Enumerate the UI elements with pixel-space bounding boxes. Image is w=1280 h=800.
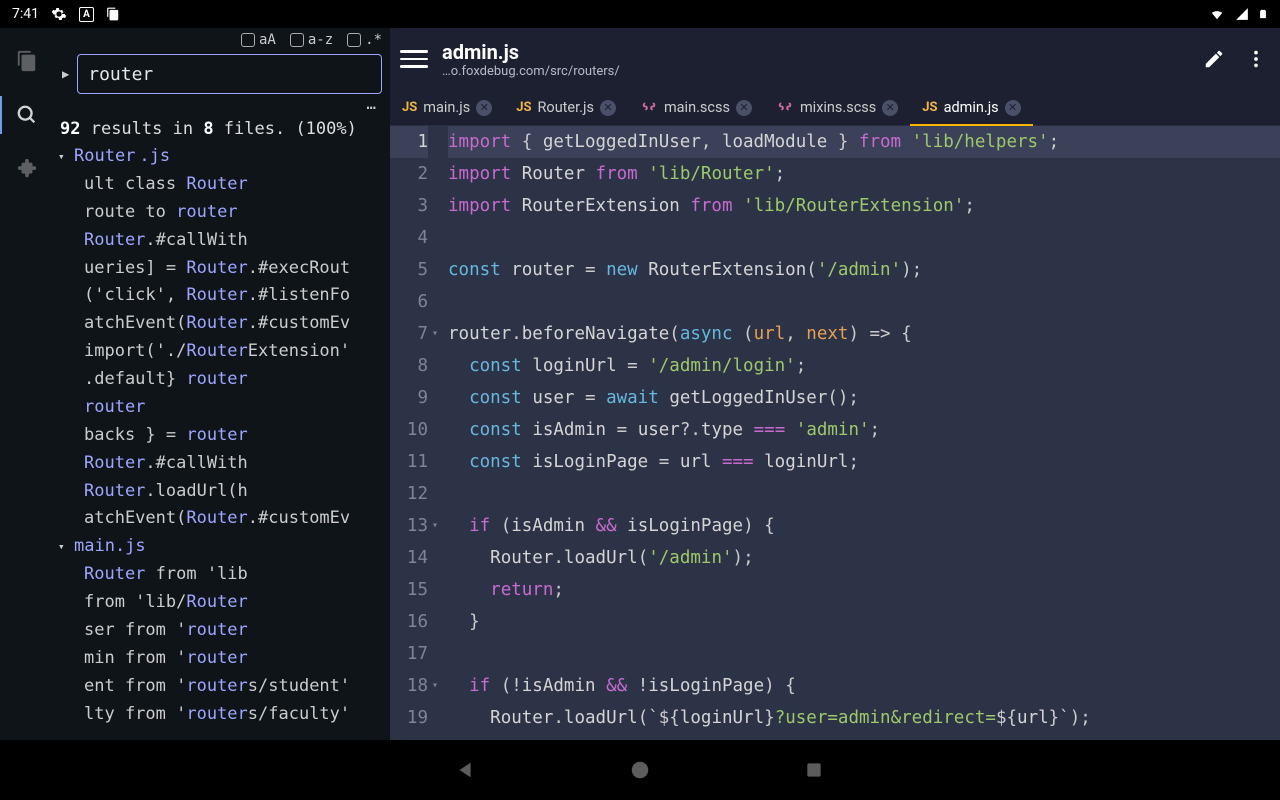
- search-input[interactable]: [77, 54, 382, 94]
- result-match[interactable]: ('click', Router.#listenFo: [58, 282, 390, 310]
- regex-toggle[interactable]: .*: [347, 32, 382, 48]
- close-icon[interactable]: ✕: [1005, 100, 1021, 116]
- tab-main-js[interactable]: JSmain.js✕: [390, 90, 504, 125]
- extensions-icon[interactable]: [14, 156, 40, 182]
- code-line[interactable]: const loginUrl = '/admin/login';: [448, 350, 1280, 382]
- code-line[interactable]: Router.loadUrl('/admin');: [448, 542, 1280, 574]
- search-options: aA a-z .*: [54, 28, 390, 50]
- close-icon[interactable]: ✕: [476, 100, 492, 116]
- tab-bar: JSmain.js✕JSRouter.js✕main.scss✕mixins.s…: [390, 90, 1280, 126]
- result-match[interactable]: ent from 'routers/student': [58, 673, 390, 701]
- menu-icon[interactable]: [400, 50, 428, 68]
- expand-search-icon[interactable]: ▶: [62, 67, 69, 81]
- result-match[interactable]: router: [58, 394, 390, 422]
- tab-label: Router.js: [537, 99, 593, 116]
- code-line[interactable]: const isAdmin = user?.type === 'admin';: [448, 414, 1280, 446]
- code-area[interactable]: import { getLoggedInUser, loadModule } f…: [436, 126, 1280, 740]
- code-line[interactable]: const isLoginPage = url === loginUrl;: [448, 446, 1280, 478]
- tab-label: main.js: [423, 99, 470, 116]
- back-icon[interactable]: [454, 758, 478, 782]
- code-line[interactable]: if (isAdmin && isLoginPage) {: [448, 510, 1280, 542]
- code-line[interactable]: Router.loadUrl(`${loginUrl}?user=admin&r…: [448, 702, 1280, 734]
- code-line[interactable]: const router = new RouterExtension('/adm…: [448, 254, 1280, 286]
- result-match[interactable]: import('./RouterExtension': [58, 338, 390, 366]
- tab-mixins-scss[interactable]: mixins.scss ✕: [764, 90, 910, 125]
- gear-icon: [51, 6, 67, 22]
- tab-main-scss[interactable]: main.scss ✕: [628, 90, 764, 125]
- result-match[interactable]: Router.#callWith: [58, 450, 390, 478]
- result-match[interactable]: ult class Router: [58, 171, 390, 199]
- code-line[interactable]: import Router from 'lib/Router';: [448, 158, 1280, 190]
- result-match[interactable]: Router.#callWith: [58, 227, 390, 255]
- code-line[interactable]: if (!isAdmin && !isLoginPage) {: [448, 670, 1280, 702]
- battery-icon: [1258, 6, 1268, 22]
- result-match[interactable]: .default} router: [58, 366, 390, 394]
- tab-admin-js[interactable]: JSadmin.js✕: [910, 90, 1032, 125]
- code-line[interactable]: [448, 222, 1280, 254]
- code-line[interactable]: const user = await getLoggedInUser();: [448, 382, 1280, 414]
- line-gutter: 1234567▾8910111213▾1415161718▾19: [390, 126, 436, 740]
- result-match[interactable]: Router from 'lib: [58, 561, 390, 589]
- code-line[interactable]: }: [448, 606, 1280, 638]
- android-status-bar: 7:41 A: [0, 0, 1280, 28]
- language-icon: A: [79, 7, 94, 22]
- code-line[interactable]: return;: [448, 574, 1280, 606]
- results-summary: 92 results in 8 files. (100%): [54, 113, 390, 143]
- signal-icon: [1234, 7, 1250, 21]
- android-nav-bar: [0, 740, 1280, 800]
- editor-main: admin.js …o.foxdebug.com/src/routers/ JS…: [390, 28, 1280, 740]
- result-file[interactable]: ▾Router.js: [58, 143, 390, 171]
- result-match[interactable]: lty from 'routers/faculty': [58, 701, 390, 729]
- wifi-icon: [1208, 7, 1226, 21]
- code-line[interactable]: [448, 638, 1280, 670]
- result-match[interactable]: ser from 'router: [58, 617, 390, 645]
- status-time: 7:41: [12, 6, 39, 22]
- tab-label: main.scss: [664, 99, 730, 116]
- search-tab-icon[interactable]: [14, 102, 40, 128]
- code-line[interactable]: import { getLoggedInUser, loadModule } f…: [448, 126, 1280, 158]
- result-match[interactable]: backs } = router: [58, 422, 390, 450]
- results-tree[interactable]: ▾Router.jsult class Routerroute to route…: [54, 143, 390, 740]
- result-match[interactable]: ueries] = Router.#execRout: [58, 255, 390, 283]
- tab-label: mixins.scss: [800, 99, 876, 116]
- result-match[interactable]: route to router: [58, 199, 390, 227]
- tab-label: admin.js: [944, 99, 999, 116]
- case-sensitive-toggle[interactable]: aA: [241, 32, 276, 48]
- code-line[interactable]: [448, 286, 1280, 318]
- files-icon[interactable]: [14, 48, 40, 74]
- code-line[interactable]: router.beforeNavigate(async (url, next) …: [448, 318, 1280, 350]
- activity-rail: [0, 28, 54, 740]
- close-icon[interactable]: ✕: [882, 100, 898, 116]
- result-match[interactable]: atchEvent(Router.#customEv: [58, 505, 390, 533]
- code-line[interactable]: [448, 478, 1280, 510]
- code-line[interactable]: import RouterExtension from 'lib/RouterE…: [448, 190, 1280, 222]
- file-path: …o.foxdebug.com/src/routers/: [442, 64, 1186, 79]
- file-title: admin.js: [442, 40, 1186, 64]
- edit-icon[interactable]: [1200, 45, 1228, 73]
- result-file[interactable]: ▾main.js: [58, 533, 390, 561]
- search-sidebar: aA a-z .* ▶ … 92 results in 8 files. (10…: [54, 28, 390, 740]
- whole-word-toggle[interactable]: a-z: [290, 32, 333, 48]
- result-match[interactable]: from 'lib/Router: [58, 589, 390, 617]
- home-icon[interactable]: [628, 758, 652, 782]
- recent-icon[interactable]: [802, 758, 826, 782]
- result-match[interactable]: atchEvent(Router.#customEv: [58, 310, 390, 338]
- close-icon[interactable]: ✕: [600, 100, 616, 116]
- result-match[interactable]: min from 'router: [58, 645, 390, 673]
- close-icon[interactable]: ✕: [736, 100, 752, 116]
- search-more-icon[interactable]: …: [54, 94, 390, 113]
- result-match[interactable]: Router.loadUrl(h: [58, 478, 390, 506]
- code-editor[interactable]: 1234567▾8910111213▾1415161718▾19 import …: [390, 126, 1280, 740]
- tab-Router-js[interactable]: JSRouter.js✕: [504, 90, 628, 125]
- clipboard-icon: [106, 6, 120, 22]
- titlebar: admin.js …o.foxdebug.com/src/routers/: [390, 28, 1280, 90]
- overflow-icon[interactable]: [1242, 45, 1270, 73]
